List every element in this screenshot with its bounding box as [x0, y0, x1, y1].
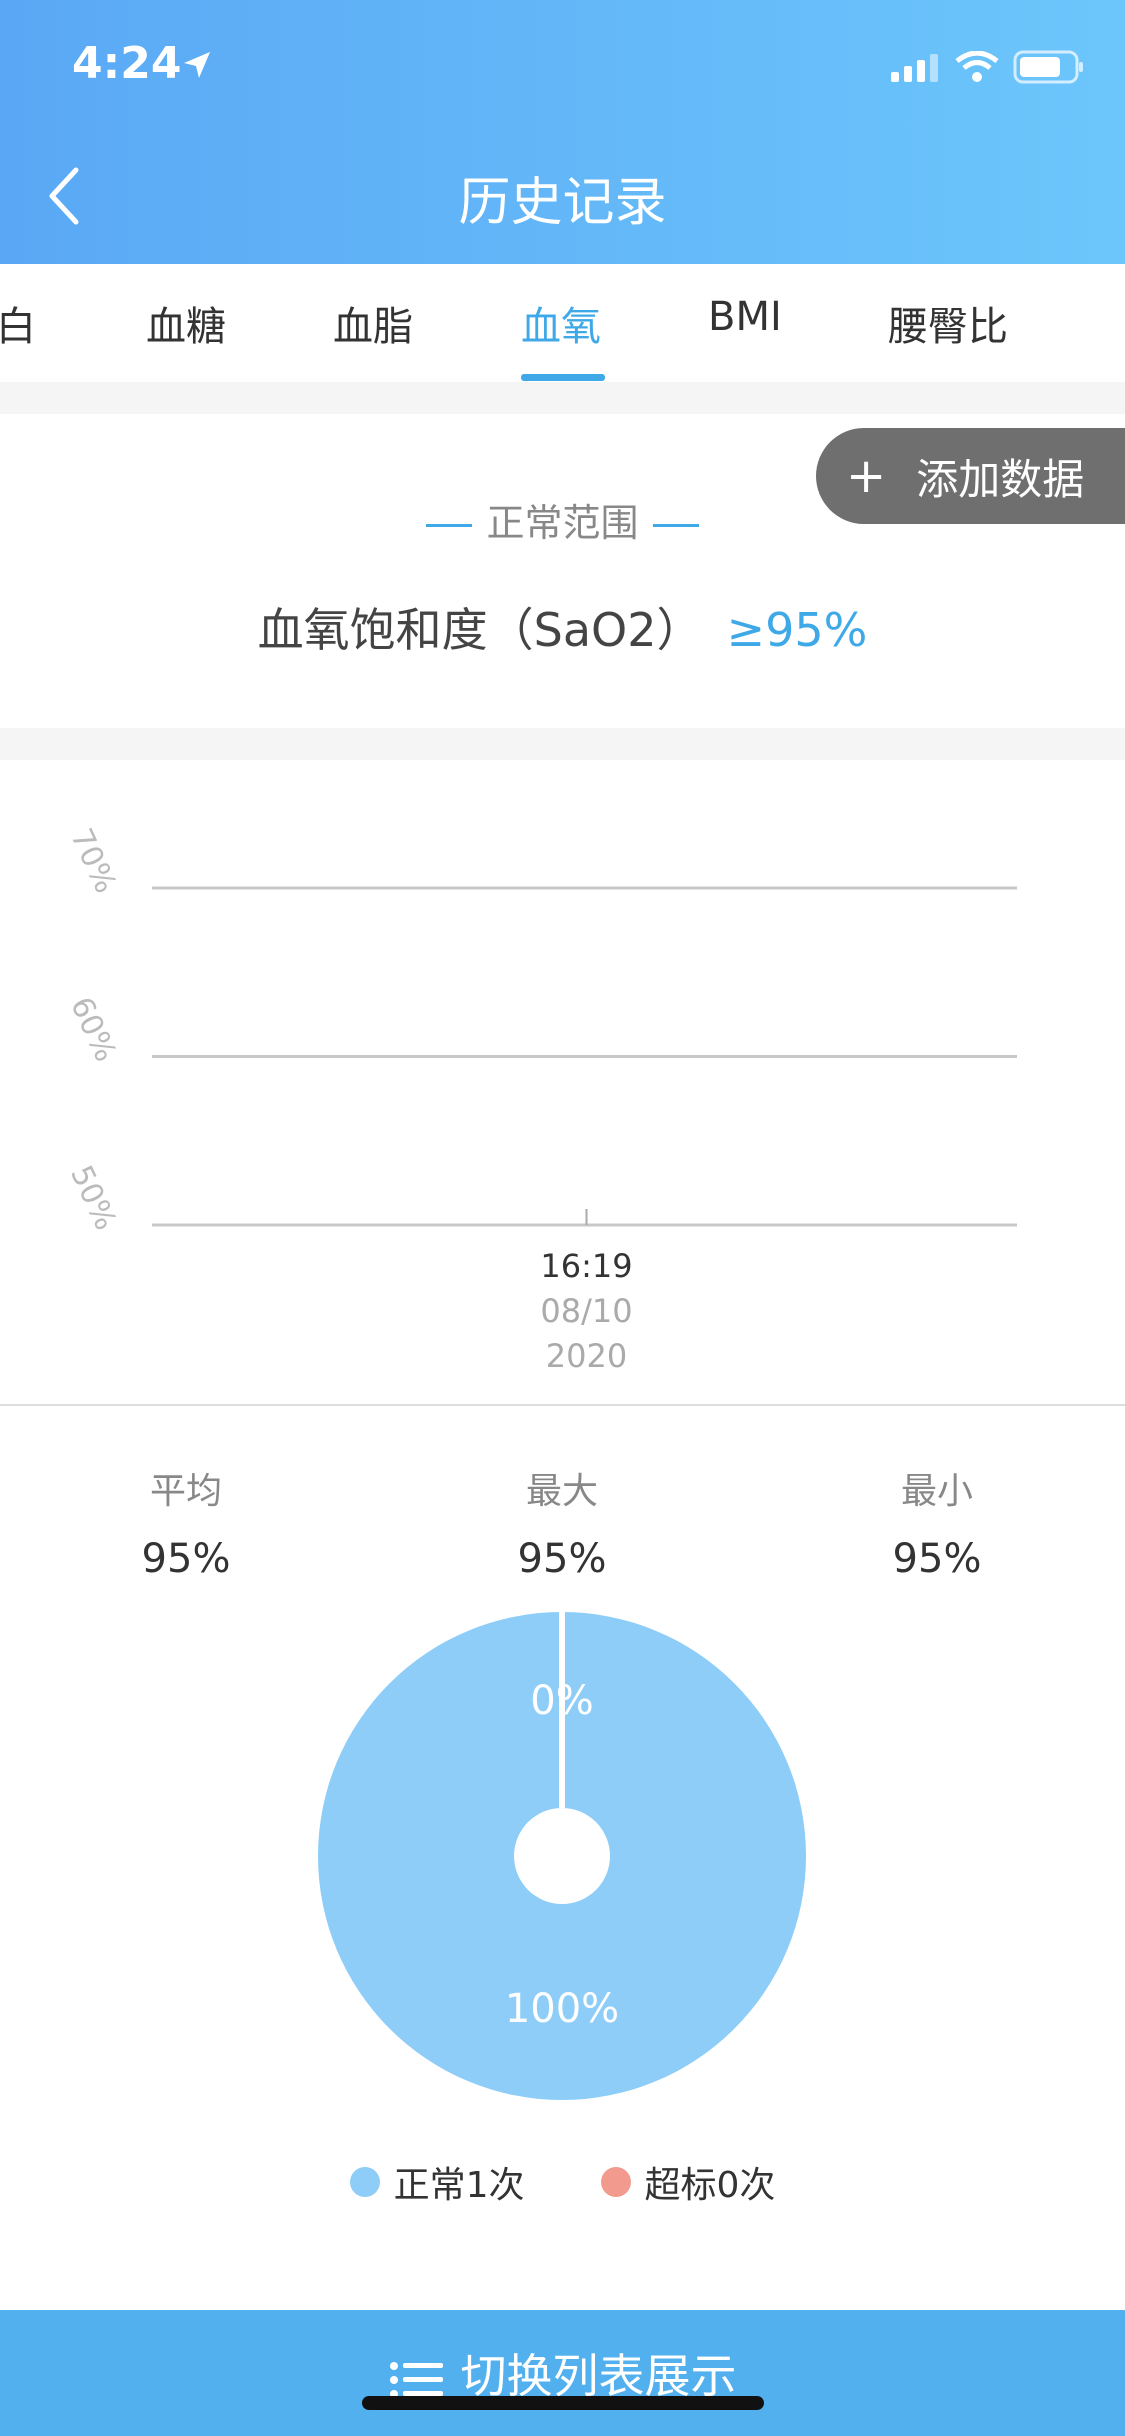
tab-waist-hip[interactable]: 腰臀比: [888, 294, 1008, 352]
page-title: 历史记录: [458, 173, 667, 233]
legend-over: 超标0次: [600, 2156, 776, 2208]
pie-center-hole: [514, 1808, 610, 1904]
stats-card: 平均 95% 最大 95% 最小 95% 100% 0% 正常1次 超标0次: [0, 1406, 1125, 2310]
active-tab-indicator: [521, 374, 605, 381]
add-data-label: 添加数据: [916, 454, 1085, 504]
stat-average-label: 平均: [149, 1471, 222, 1512]
pie-chart: 100% 0%: [318, 1612, 806, 2100]
list-icon: [389, 2361, 443, 2398]
line-chart: 70% 60% 50% 16:19 08/10 2020: [63, 823, 1017, 1375]
stat-min: 最小 95%: [837, 1462, 1037, 1582]
chart-card: 70% 60% 50% 16:19 08/10 2020: [0, 760, 1125, 1405]
range-metric: 血氧饱和度（SaO2）: [257, 603, 703, 657]
range-dash-left: [426, 524, 473, 527]
stat-min-label: 最小: [900, 1471, 973, 1512]
range-metric-line: 血氧饱和度（SaO2） ≥95%: [0, 594, 1125, 660]
pie-legend: 正常1次 超标0次: [0, 2156, 1125, 2208]
wifi-icon: [955, 51, 999, 82]
switch-list-button[interactable]: 切换列表展示: [0, 2310, 1125, 2436]
header-bar: 4:24 历史记录: [0, 0, 1125, 264]
tab-blood-sugar[interactable]: 血糖: [146, 294, 226, 352]
y-tick-label: 70%: [63, 823, 123, 898]
stat-max-value: 95%: [517, 1536, 607, 1582]
legend-over-dot: [600, 2167, 631, 2197]
x-tick-time: 16:19: [540, 1247, 632, 1285]
home-indicator: [362, 2396, 764, 2410]
pie-label-major: 100%: [505, 1986, 619, 2032]
tab-blood-lipid[interactable]: 血脂: [333, 294, 413, 352]
location-arrow-icon: [184, 52, 210, 78]
stat-average-value: 95%: [141, 1536, 231, 1582]
stat-min-value: 95%: [892, 1536, 982, 1582]
y-tick-label: 60%: [63, 992, 123, 1067]
tab-partial-left[interactable]: 白: [0, 294, 36, 352]
range-value: ≥95%: [726, 603, 868, 657]
legend-normal-dot: [349, 2167, 380, 2197]
tab-blood-oxygen[interactable]: 血氧: [521, 294, 601, 352]
signal-icon: [891, 54, 938, 82]
plus-icon: +: [846, 448, 887, 504]
legend-normal-label: 正常1次: [393, 2165, 525, 2206]
switch-list-label: 切换列表展示: [460, 2349, 737, 2403]
tab-bmi[interactable]: BMI: [708, 294, 782, 340]
pie-label-minor: 0%: [530, 1678, 593, 1724]
status-time: 4:24: [72, 38, 182, 89]
x-tick-date: 08/10: [540, 1292, 632, 1330]
legend-normal: 正常1次: [349, 2156, 525, 2208]
y-tick-label: 50%: [63, 1160, 123, 1235]
stat-max-label: 最大: [525, 1471, 598, 1512]
range-dash-right: [652, 524, 699, 527]
battery-icon: [1013, 50, 1083, 84]
category-tabs: 白 血糖 血脂 血氧 BMI 腰臀比: [0, 264, 1125, 382]
range-header-text: 正常范围: [486, 501, 639, 545]
stat-max: 最大 95%: [462, 1462, 662, 1582]
add-data-button[interactable]: + 添加数据: [816, 428, 1125, 524]
x-tick-year: 2020: [546, 1337, 627, 1375]
status-icons: [891, 50, 1085, 84]
stat-average: 平均 95%: [86, 1462, 286, 1582]
legend-over-label: 超标0次: [644, 2165, 776, 2206]
